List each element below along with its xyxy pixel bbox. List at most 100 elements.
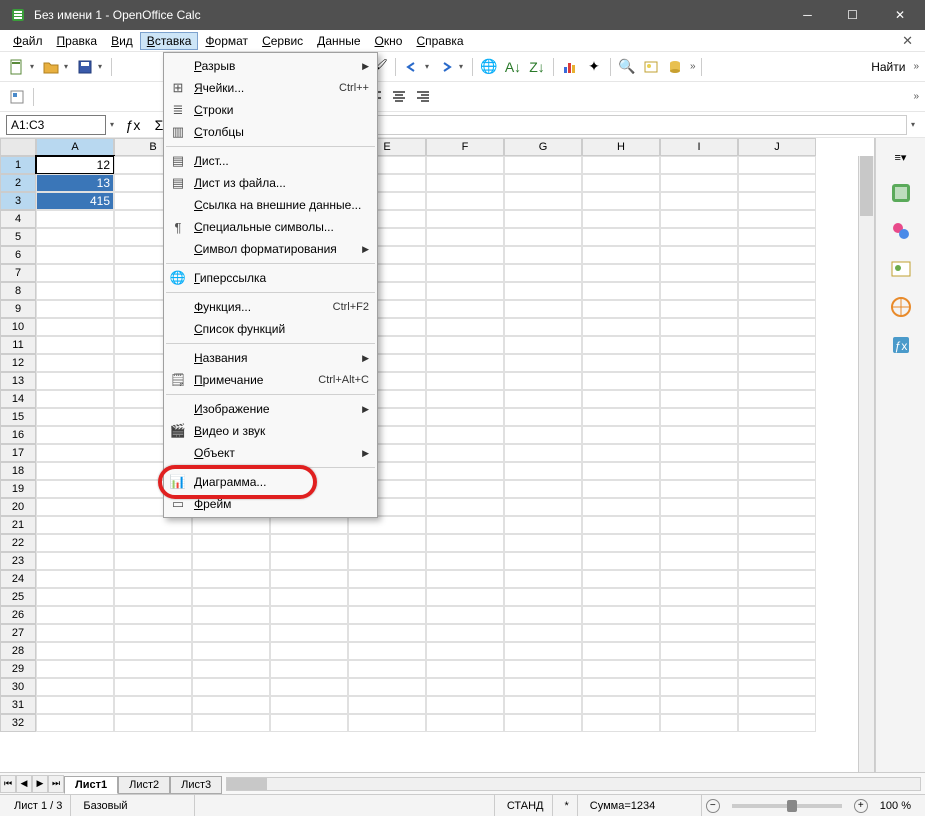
menu-item-строки[interactable]: ≣Строки [164,99,377,121]
dropdown-icon[interactable]: ▾ [911,120,919,129]
cell[interactable] [36,390,114,408]
vertical-scrollbar[interactable] [858,156,874,772]
cell[interactable] [582,318,660,336]
cell[interactable] [36,624,114,642]
cell[interactable] [270,660,348,678]
row-header[interactable]: 20 [0,498,36,516]
cell[interactable] [660,318,738,336]
menu-item-примечание[interactable]: 🗒ПримечаниеCtrl+Alt+C [164,369,377,391]
cell[interactable] [426,246,504,264]
cell[interactable] [36,408,114,426]
cell[interactable] [582,354,660,372]
cell[interactable] [738,642,816,660]
cell[interactable] [660,480,738,498]
cell[interactable] [660,390,738,408]
menu-item-фрейм[interactable]: ▭Фрейм [164,493,377,515]
cell[interactable] [738,192,816,210]
column-header[interactable]: A [36,138,114,156]
cell[interactable] [348,660,426,678]
horizontal-scrollbar[interactable] [226,777,921,791]
cell[interactable] [660,606,738,624]
cell[interactable] [660,660,738,678]
toolbar-overflow-icon[interactable]: » [911,61,919,72]
cell[interactable] [426,570,504,588]
navigator-icon[interactable]: ✦ [583,56,605,78]
cell[interactable] [114,624,192,642]
properties-icon[interactable] [888,180,914,206]
cell[interactable] [36,372,114,390]
cell[interactable] [36,498,114,516]
cell[interactable] [36,714,114,732]
cell[interactable] [504,498,582,516]
toolbar-overflow-icon[interactable]: » [688,61,696,72]
row-header[interactable]: 27 [0,624,36,642]
cell[interactable] [660,210,738,228]
row-header[interactable]: 17 [0,444,36,462]
cell[interactable] [270,624,348,642]
menu-окно[interactable]: Окно [368,32,410,50]
row-header[interactable]: 18 [0,462,36,480]
cell[interactable] [426,624,504,642]
cell[interactable] [582,480,660,498]
cell[interactable] [192,570,270,588]
cell[interactable] [270,678,348,696]
cell[interactable] [660,462,738,480]
cell[interactable] [36,282,114,300]
cell[interactable] [348,714,426,732]
cell[interactable] [504,516,582,534]
cell[interactable] [660,444,738,462]
cell[interactable] [504,462,582,480]
redo-icon[interactable] [435,56,457,78]
new-document-icon[interactable] [6,56,28,78]
cell[interactable] [426,390,504,408]
find-replace-icon[interactable]: 🔍 [616,56,638,78]
cell[interactable] [738,336,816,354]
cell[interactable] [738,264,816,282]
cell[interactable] [36,318,114,336]
column-header[interactable]: G [504,138,582,156]
menu-item-специальныесимволы[interactable]: ¶Специальные символы... [164,216,377,238]
dropdown-icon[interactable]: ▾ [98,62,106,71]
navigator-panel-icon[interactable] [888,294,914,320]
cell[interactable] [192,624,270,642]
cell[interactable] [582,426,660,444]
cell[interactable] [582,246,660,264]
cell[interactable] [114,534,192,552]
sort-desc-icon[interactable]: Z↓ [526,56,548,78]
cell[interactable] [582,408,660,426]
cell[interactable]: 12 [36,156,114,174]
menu-item-ячейки[interactable]: ⊞Ячейки...Ctrl++ [164,77,377,99]
cell[interactable] [114,570,192,588]
cell[interactable] [426,660,504,678]
menu-формат[interactable]: Формат [198,32,255,50]
cell[interactable] [348,570,426,588]
cell[interactable] [738,372,816,390]
menu-вид[interactable]: Вид [104,32,140,50]
cell[interactable] [426,444,504,462]
cell-reference-input[interactable] [6,115,106,135]
cell[interactable] [270,714,348,732]
cell[interactable] [36,588,114,606]
cell[interactable] [36,678,114,696]
cell[interactable] [426,480,504,498]
cell[interactable] [36,606,114,624]
spreadsheet-grid[interactable]: ABCDEFGHIJ112213341545678910111213141516… [0,138,875,772]
cell[interactable] [660,498,738,516]
cell[interactable] [582,390,660,408]
cell[interactable] [426,426,504,444]
cell[interactable] [504,228,582,246]
align-right-icon[interactable] [412,86,434,108]
cell[interactable] [738,606,816,624]
function-wizard-icon[interactable]: ƒx [122,114,144,136]
cell[interactable] [738,174,816,192]
row-header[interactable]: 3 [0,192,36,210]
row-header[interactable]: 15 [0,408,36,426]
cell[interactable] [426,642,504,660]
datasource-icon[interactable] [664,56,686,78]
close-document-button[interactable]: ✕ [896,33,919,49]
cell[interactable] [426,228,504,246]
row-header[interactable]: 6 [0,246,36,264]
cell[interactable] [348,678,426,696]
cell[interactable] [582,372,660,390]
sheet-tab[interactable]: Лист2 [118,776,170,794]
